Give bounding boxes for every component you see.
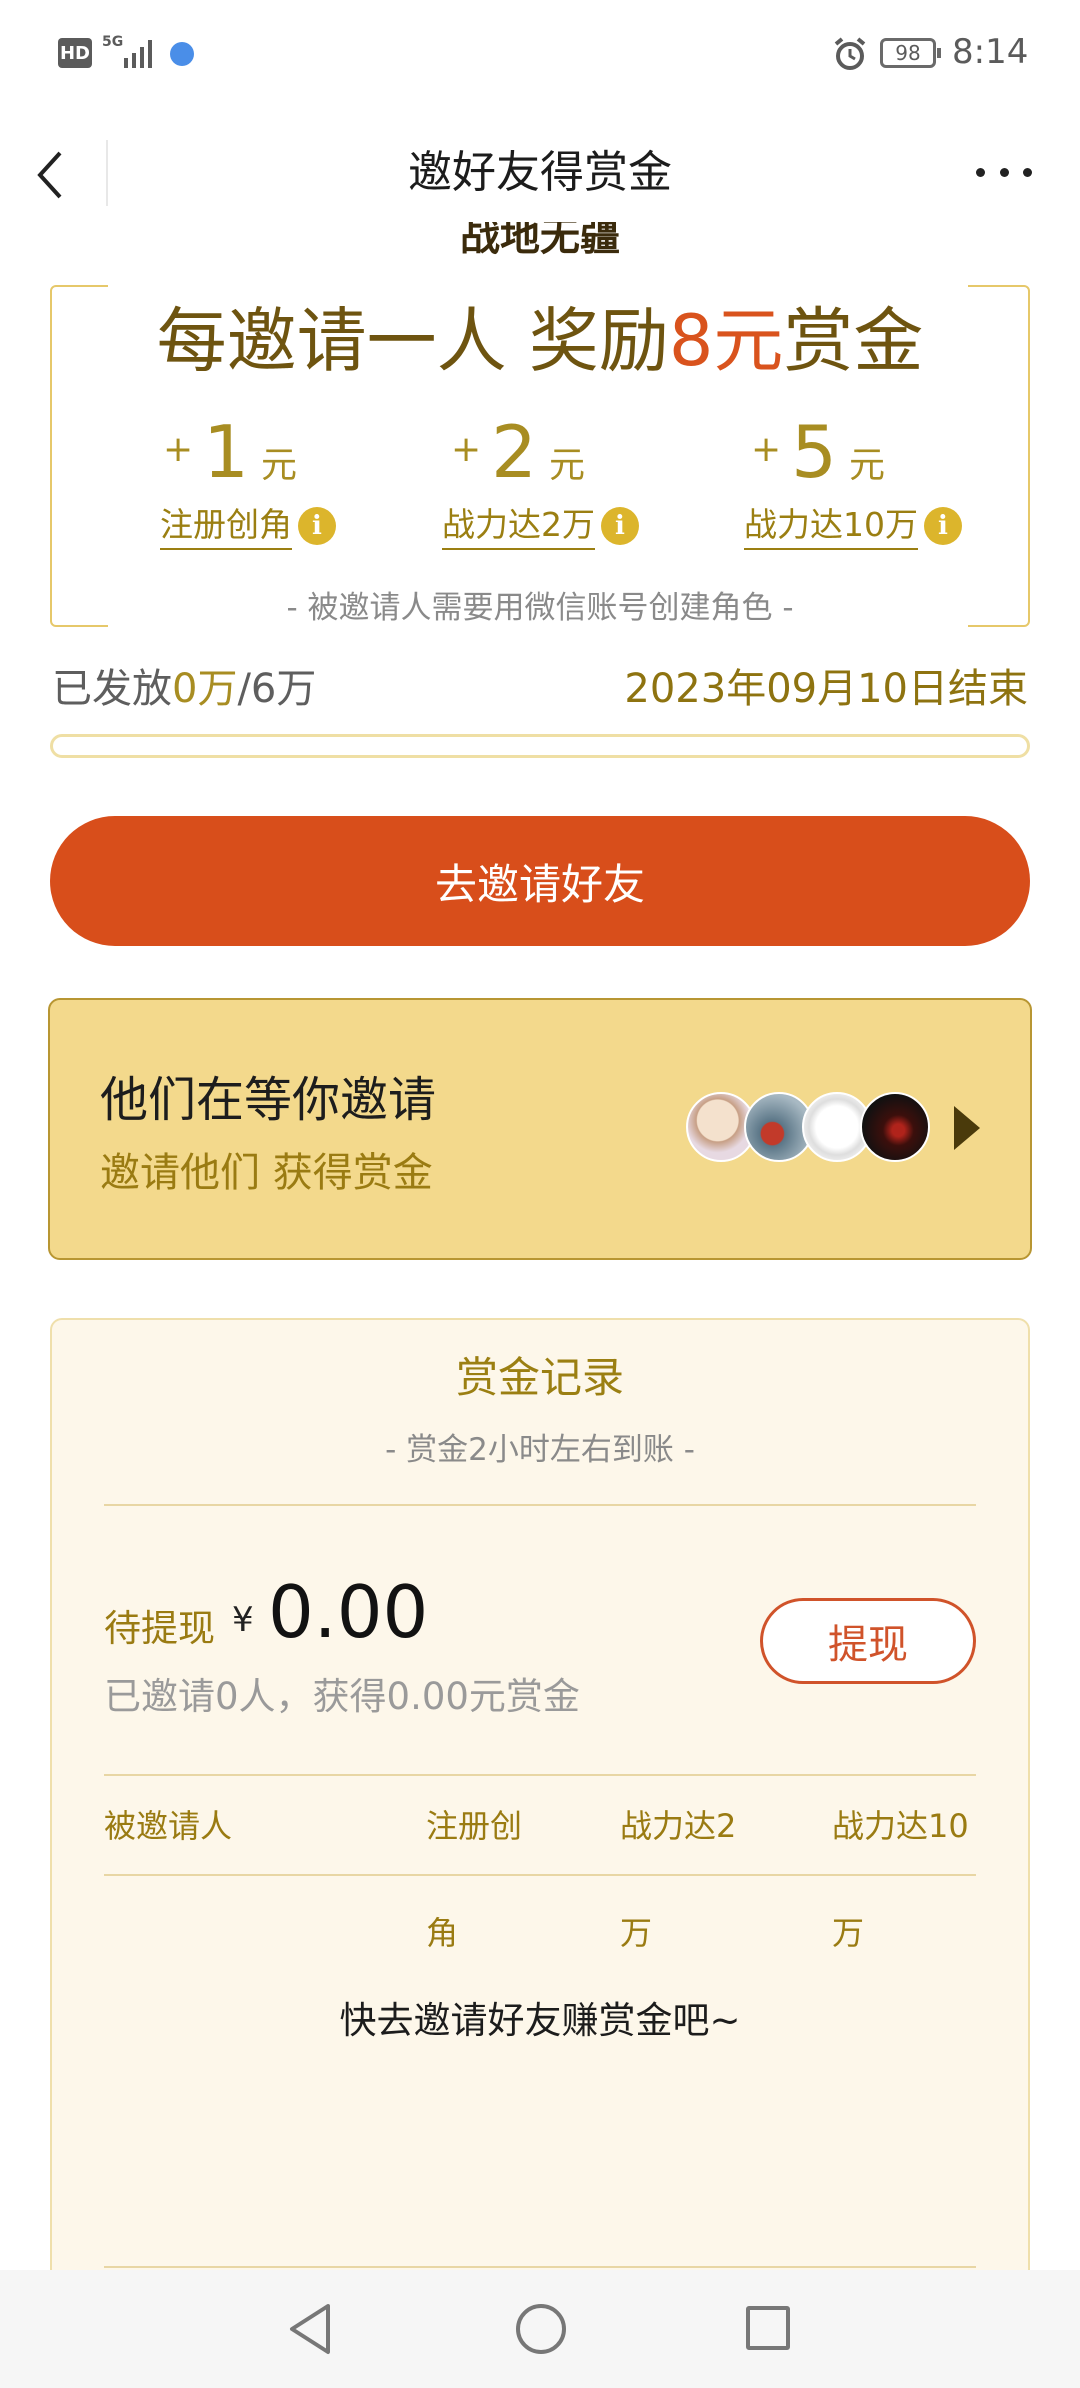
waiting-subtitle: 邀请他们 获得赏金 [100, 1150, 433, 1196]
event-heading: 战地无疆 [460, 222, 620, 260]
chevron-right-icon[interactable] [954, 1106, 980, 1150]
column-header-register-wrap: 角 [426, 1914, 459, 1952]
invite-friends-button[interactable]: 去邀请好友 [50, 816, 1030, 946]
withdraw-button[interactable]: 提现 [760, 1598, 976, 1684]
tier-3-label[interactable]: 战力达10万 i [744, 500, 962, 552]
reward-headline: 每邀请一人 奖励8元赏金 [156, 300, 924, 382]
tier-2-label[interactable]: 战力达2万 i [442, 500, 639, 552]
end-date: 2023年09月10日结束 [624, 666, 1028, 712]
more-options-icon[interactable] [976, 160, 1032, 184]
records-subtitle: - 赏金2小时左右到账 - [385, 1432, 695, 1468]
divider [104, 1874, 976, 1876]
waiting-title: 他们在等你邀请 [100, 1072, 437, 1128]
column-header-power-10w: 战力达10 [832, 1807, 969, 1845]
column-header-power-2w: 战力达2 [620, 1807, 737, 1845]
requirement-note: - 被邀请人需要用微信账号创建角色 - [286, 590, 794, 626]
empty-message: 快去邀请好友赚赏金吧~ [339, 1999, 741, 2042]
avatar [860, 1092, 930, 1162]
currency-symbol: ¥ [232, 1600, 254, 1640]
battery-indicator: 98 [880, 38, 936, 68]
browser-app-icon [170, 42, 194, 66]
divider [104, 1774, 976, 1776]
column-header-invitee: 被邀请人 [104, 1807, 233, 1845]
status-bar: HD 5G 98 8:14 [0, 0, 1080, 110]
invite-stat: 已邀请0人，获得0.00元赏金 [104, 1675, 580, 1718]
hd-badge: HD [58, 38, 92, 68]
clock: 8:14 [952, 32, 1029, 72]
pending-label: 待提现 [104, 1607, 215, 1650]
tier-1-amount: +1 元 [163, 410, 297, 494]
divider [104, 2266, 976, 2268]
tier-1-label[interactable]: 注册创角 i [160, 500, 336, 552]
reward-amount: 8元 [668, 300, 784, 382]
system-back-icon[interactable] [284, 2300, 340, 2358]
sent-amount: 已发放0万/6万 [52, 666, 317, 712]
divider [104, 1504, 976, 1506]
signal-icon [124, 40, 152, 68]
tier-2-amount: +2 元 [451, 410, 585, 494]
alarm-icon [834, 37, 866, 70]
page-title: 邀好友得赏金 [408, 147, 672, 198]
network-type: 5G [102, 34, 124, 50]
records-title: 赏金记录 [455, 1353, 624, 1402]
system-recents-icon[interactable] [746, 2306, 790, 2350]
column-header-register: 注册创 [426, 1807, 523, 1845]
column-header-power-2w-wrap: 万 [620, 1914, 653, 1952]
tier-3-amount: +5 元 [751, 410, 885, 494]
battery-tip [937, 48, 941, 58]
info-icon[interactable]: i [924, 507, 962, 545]
progress-bar [50, 734, 1030, 758]
system-home-icon[interactable] [516, 2304, 566, 2354]
pending-amount: 0.00 [268, 1570, 429, 1654]
column-header-power-10w-wrap: 万 [832, 1914, 865, 1952]
info-icon[interactable]: i [298, 507, 336, 545]
info-icon[interactable]: i [601, 507, 639, 545]
